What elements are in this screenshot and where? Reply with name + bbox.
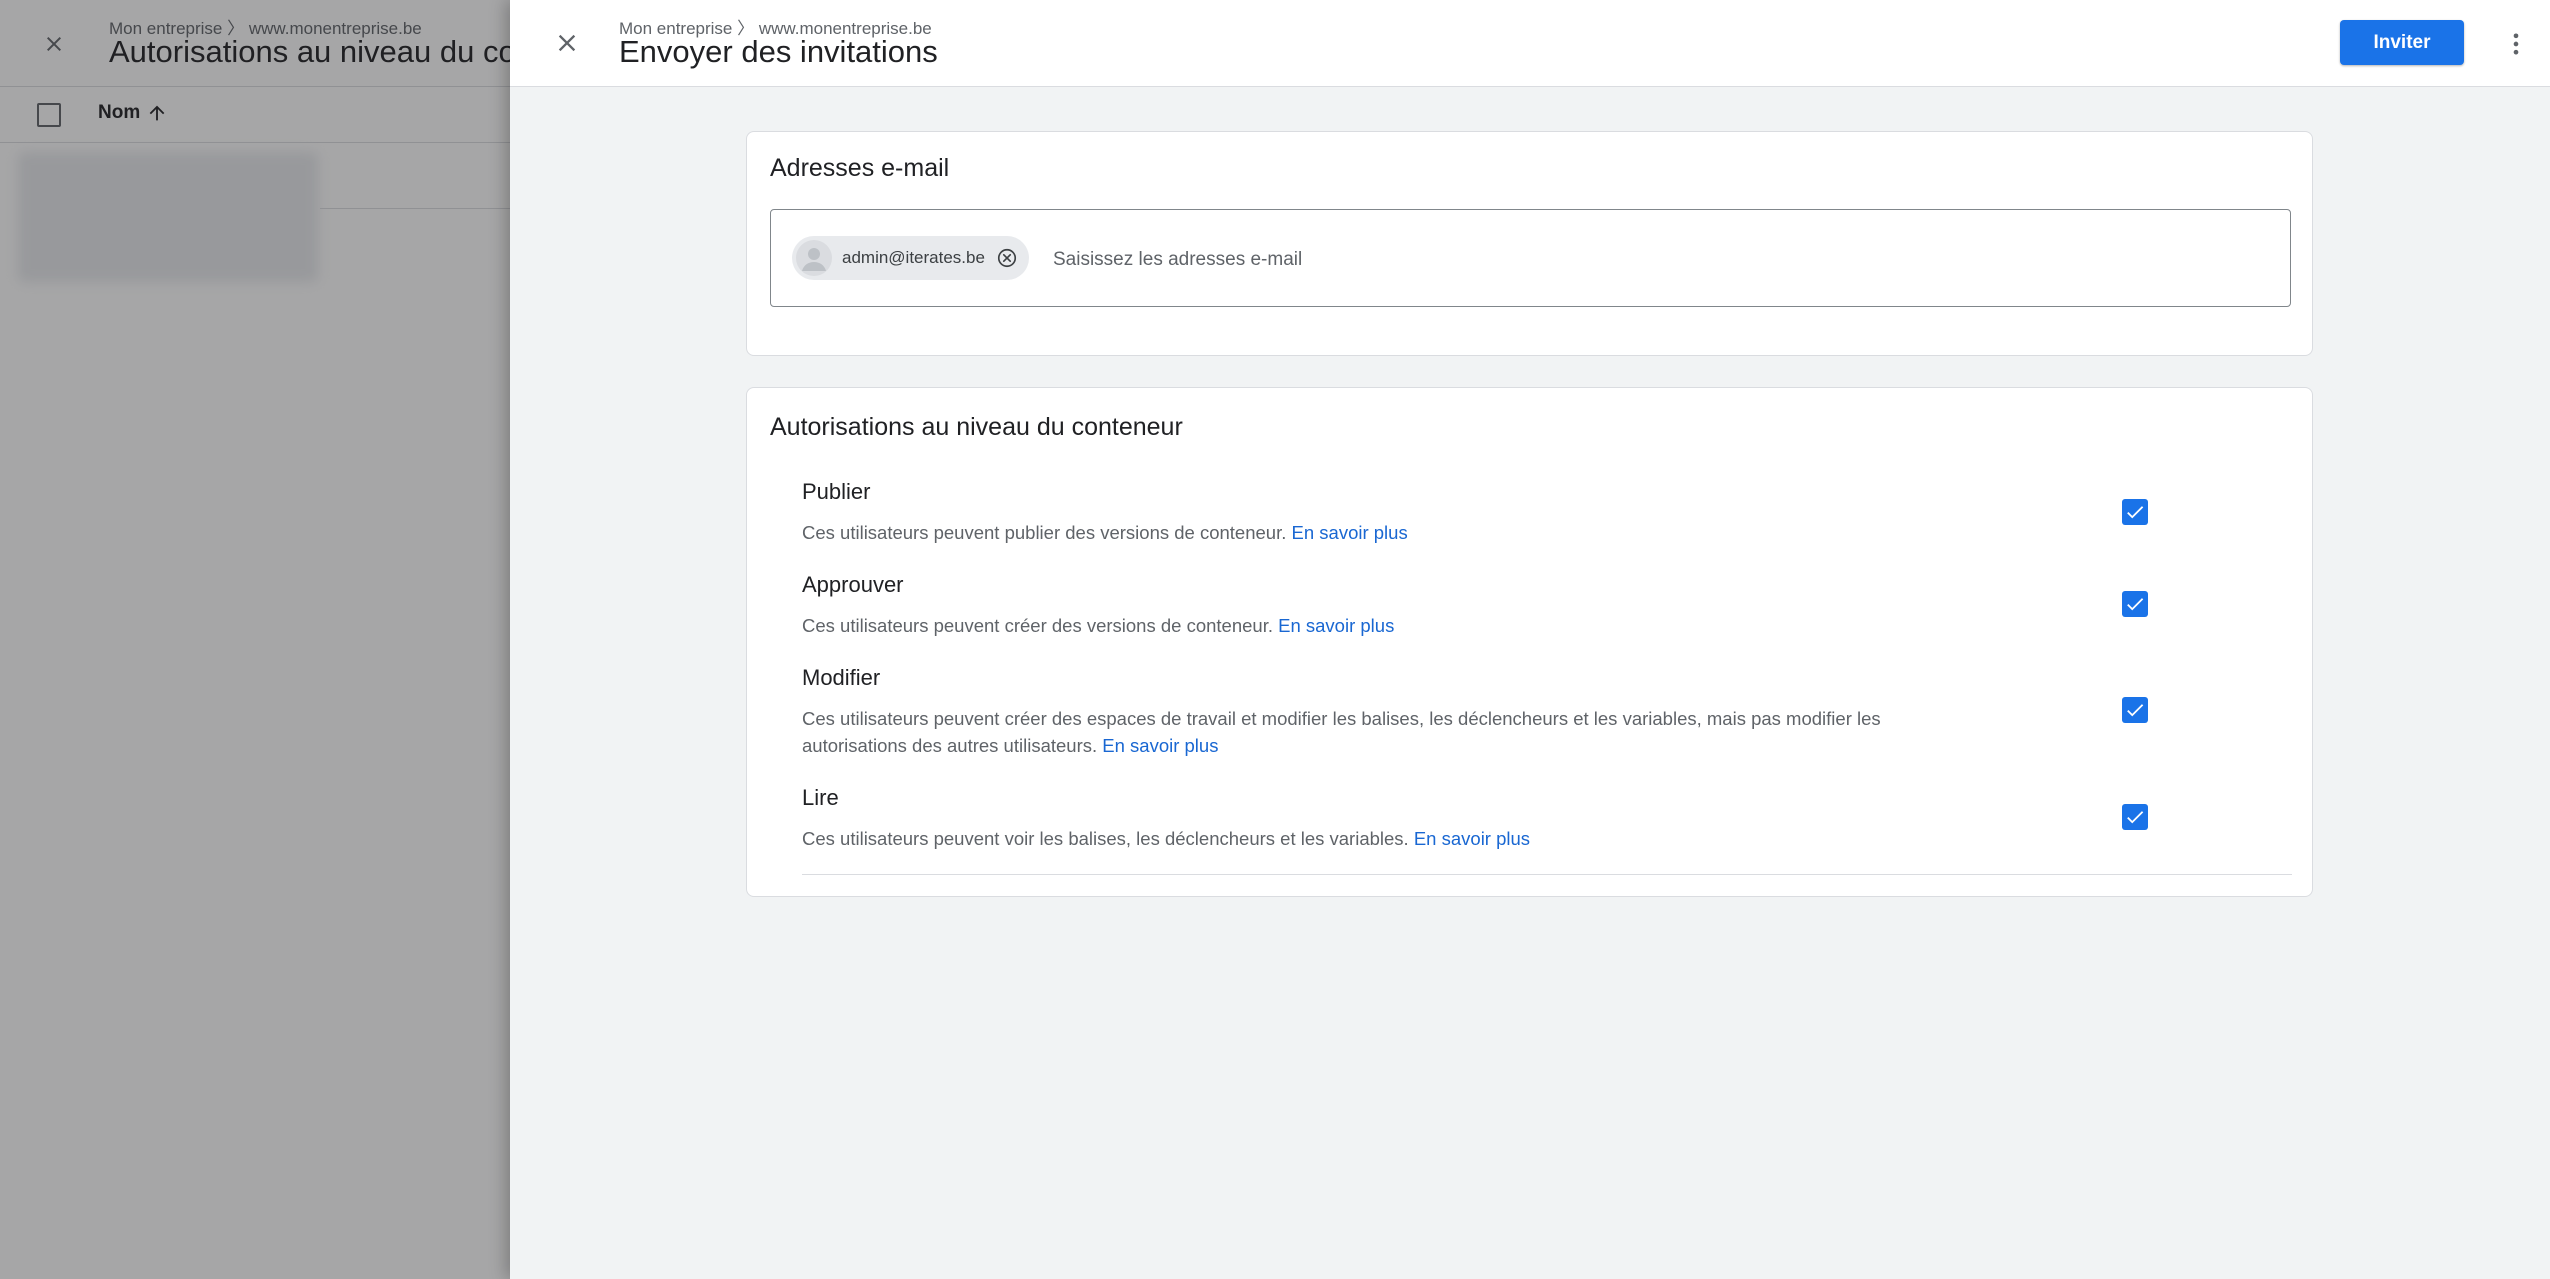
- read-checkbox[interactable]: [2122, 804, 2148, 830]
- email-section-title: Adresses e-mail: [770, 154, 950, 182]
- permission-description-text: Ces utilisateurs peuvent créer des espac…: [802, 708, 1881, 756]
- permissions-card: Autorisations au niveau du conteneur Pub…: [746, 387, 2313, 897]
- approve-checkbox[interactable]: [2122, 591, 2148, 617]
- permission-description-text: Ces utilisateurs peuvent créer des versi…: [802, 615, 1273, 636]
- email-card: Adresses e-mail admin@iterates.be: [746, 131, 2313, 356]
- permission-name: Publier: [802, 479, 871, 504]
- email-field[interactable]: admin@iterates.be: [770, 209, 2291, 307]
- permission-edit: Modifier Ces utilisateurs peuvent créer …: [802, 665, 2287, 759]
- permission-name: Approuver: [802, 572, 904, 597]
- close-icon[interactable]: [548, 24, 586, 62]
- check-icon: [2127, 811, 2144, 824]
- permission-description: Ces utilisateurs peuvent créer des espac…: [802, 705, 1942, 759]
- cancel-circle-icon[interactable]: [995, 246, 1019, 270]
- email-chip[interactable]: admin@iterates.be: [792, 236, 1029, 280]
- publish-checkbox[interactable]: [2122, 499, 2148, 525]
- invite-button[interactable]: Inviter: [2340, 20, 2464, 65]
- permission-description: Ces utilisateurs peuvent créer des versi…: [802, 612, 1942, 639]
- learn-more-link[interactable]: En savoir plus: [1102, 735, 1218, 756]
- permission-name: Modifier: [802, 665, 881, 690]
- permission-publish: Publier Ces utilisateurs peuvent publier…: [802, 479, 2287, 546]
- permission-name: Lire: [802, 785, 839, 810]
- invite-panel: Mon entreprise 〉 www.monentreprise.be En…: [510, 0, 2550, 1279]
- learn-more-link[interactable]: En savoir plus: [1278, 615, 1394, 636]
- panel-header: Mon entreprise 〉 www.monentreprise.be En…: [510, 0, 2550, 87]
- permissions-section-title: Autorisations au niveau du conteneur: [770, 413, 1183, 441]
- check-icon: [2127, 704, 2144, 717]
- permission-description: Ces utilisateurs peuvent voir les balise…: [802, 825, 1942, 852]
- check-icon: [2127, 506, 2144, 519]
- email-chip-label: admin@iterates.be: [842, 248, 985, 267]
- more-vert-icon[interactable]: [2496, 24, 2536, 64]
- edit-checkbox[interactable]: [2122, 697, 2148, 723]
- email-input[interactable]: [1053, 242, 2253, 278]
- permissions-divider: [802, 874, 2292, 875]
- page-title: Envoyer des invitations: [619, 34, 938, 69]
- permission-description: Ces utilisateurs peuvent publier des ver…: [802, 519, 1942, 546]
- learn-more-link[interactable]: En savoir plus: [1292, 522, 1408, 543]
- permission-read: Lire Ces utilisateurs peuvent voir les b…: [802, 785, 2287, 852]
- permission-description-text: Ces utilisateurs peuvent publier des ver…: [802, 522, 1287, 543]
- permission-approve: Approuver Ces utilisateurs peuvent créer…: [802, 572, 2287, 639]
- learn-more-link[interactable]: En savoir plus: [1414, 828, 1530, 849]
- person-icon: [796, 240, 832, 276]
- check-icon: [2127, 598, 2144, 611]
- permission-description-text: Ces utilisateurs peuvent voir les balise…: [802, 828, 1409, 849]
